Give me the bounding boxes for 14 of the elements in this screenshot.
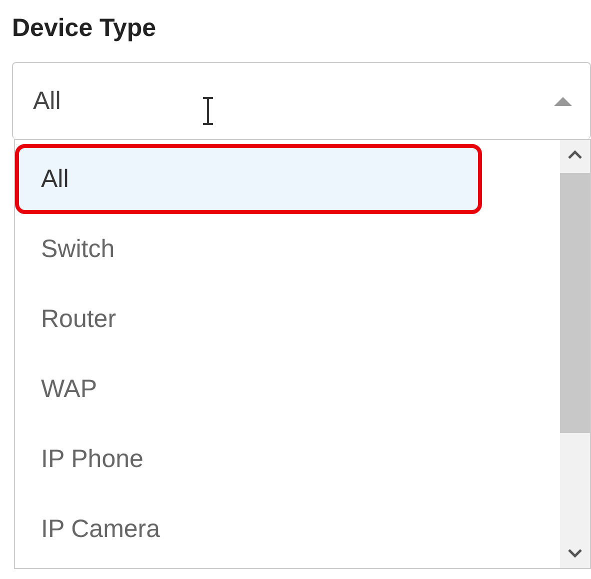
dropdown-option[interactable]: All	[15, 144, 482, 214]
dropdown-option[interactable]: IP Camera	[15, 494, 482, 564]
dropdown-option[interactable]: Router	[15, 284, 482, 354]
dropdown-option[interactable]: WAP	[15, 354, 482, 424]
caret-icon	[554, 96, 572, 106]
dropdown-option[interactable]: IP Phone	[15, 424, 482, 494]
scroll-down-icon[interactable]	[568, 549, 582, 558]
dropdown-option[interactable]: Switch	[15, 214, 482, 284]
scroll-up-icon[interactable]	[568, 150, 582, 159]
device-type-select[interactable]: All	[12, 62, 591, 139]
field-label: Device Type	[12, 14, 158, 44]
text-cursor-icon	[201, 97, 215, 125]
scrollbar[interactable]	[560, 140, 590, 568]
scrollbar-thumb[interactable]	[560, 173, 590, 433]
